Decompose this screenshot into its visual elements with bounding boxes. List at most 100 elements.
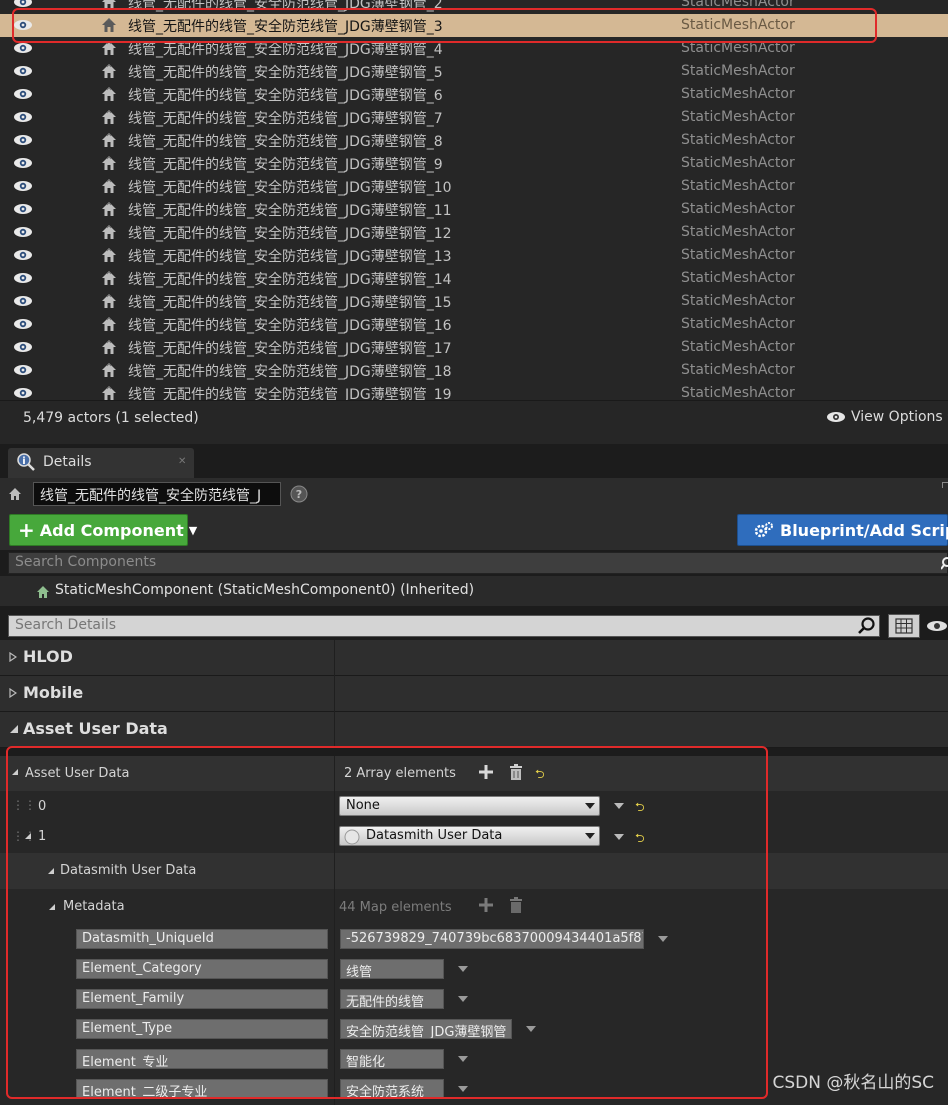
outliner-row[interactable]: 线管_无配件的线管_安全防范线管_JDG薄壁钢管_17StaticMeshAct… <box>0 336 948 359</box>
visibility-eye-icon[interactable] <box>13 65 33 77</box>
category-label: Asset User Data <box>23 719 168 738</box>
drag-handle-icon[interactable]: ⋮⋮ <box>12 798 36 812</box>
blueprint-add-script-button[interactable]: Blueprint/Add Script <box>737 514 948 546</box>
visibility-eye-icon[interactable] <box>13 88 33 100</box>
visibility-eye-icon[interactable] <box>13 19 33 31</box>
metadata-value-field[interactable]: 安全防范线管_JDG薄壁钢管 <box>340 1019 512 1039</box>
outliner-row[interactable]: 线管_无配件的线管_安全防范线管_JDG薄壁钢管_2StaticMeshActo… <box>0 0 948 14</box>
metadata-key-field[interactable]: Element_专业 <box>76 1049 328 1069</box>
metadata-key-field[interactable]: Element_Type <box>76 1019 328 1039</box>
add-element-icon[interactable] <box>479 898 493 912</box>
visibility-eye-icon[interactable] <box>13 341 33 353</box>
outliner-row[interactable]: 线管_无配件的线管_安全防范线管_JDG薄壁钢管_8StaticMeshActo… <box>0 129 948 152</box>
datasmith-class-icon <box>344 829 360 845</box>
actor-type-label: StaticMeshActor <box>681 17 795 33</box>
chevron-down-icon[interactable] <box>614 834 624 840</box>
search-icon[interactable] <box>857 617 877 635</box>
visibility-eye-icon[interactable] <box>13 226 33 238</box>
metadata-value-field[interactable]: 线管 <box>340 959 444 979</box>
datasmith-user-data-label: Datasmith User Data <box>60 863 196 878</box>
chevron-down-icon[interactable] <box>458 966 468 972</box>
outliner-row[interactable]: 线管_无配件的线管_安全防范线管_JDG薄壁钢管_6StaticMeshActo… <box>0 83 948 106</box>
outliner-row[interactable]: 线管_无配件的线管_安全防范线管_JDG薄壁钢管_11StaticMeshAct… <box>0 198 948 221</box>
trash-icon[interactable] <box>509 897 523 913</box>
visibility-eye-icon[interactable] <box>13 295 33 307</box>
outliner-row[interactable]: 线管_无配件的线管_安全防范线管_JDG薄壁钢管_3StaticMeshActo… <box>0 14 948 37</box>
visibility-eye-icon[interactable] <box>13 0 33 8</box>
metadata-key-field[interactable]: Element_二级子专业 <box>76 1079 328 1099</box>
reset-to-default-icon[interactable]: ⮌ <box>635 829 645 850</box>
eye-icon[interactable] <box>926 620 948 632</box>
outliner-row[interactable]: 线管_无配件的线管_安全防范线管_JDG薄壁钢管_5StaticMeshActo… <box>0 60 948 83</box>
outliner-row[interactable]: 线管_无配件的线管_安全防范线管_JDG薄壁钢管_10StaticMeshAct… <box>0 175 948 198</box>
column-divider <box>334 985 335 1015</box>
search-details-input[interactable]: Search Details <box>8 615 880 637</box>
reset-to-default-icon[interactable]: ⮌ <box>535 765 545 786</box>
outliner-row[interactable]: 线管_无配件的线管_安全防范线管_JDG薄壁钢管_12StaticMeshAct… <box>0 221 948 244</box>
outliner-row[interactable]: 线管_无配件的线管_安全防范线管_JDG薄壁钢管_4StaticMeshActo… <box>0 37 948 60</box>
element-0-class-dropdown[interactable]: None <box>339 796 600 816</box>
outliner-row[interactable]: 线管_无配件的线管_安全防范线管_JDG薄壁钢管_9StaticMeshActo… <box>0 152 948 175</box>
visibility-eye-icon[interactable] <box>13 249 33 261</box>
search-components-input[interactable]: Search Components <box>8 552 948 574</box>
property-matrix-button[interactable] <box>888 614 920 638</box>
visibility-eye-icon[interactable] <box>13 364 33 376</box>
chevron-down-icon[interactable] <box>47 867 55 875</box>
tab-details[interactable]: i Details ✕ <box>8 448 194 478</box>
trash-icon[interactable] <box>509 764 523 780</box>
metadata-value-field[interactable]: 安全防范系统 <box>340 1079 444 1099</box>
chevron-down-icon[interactable] <box>458 996 468 1002</box>
chevron-down-icon[interactable] <box>11 768 19 776</box>
column-divider <box>334 955 335 985</box>
actor-type-label: StaticMeshActor <box>681 224 795 240</box>
outliner-row[interactable]: 线管_无配件的线管_安全防范线管_JDG薄壁钢管_7StaticMeshActo… <box>0 106 948 129</box>
visibility-eye-icon[interactable] <box>13 318 33 330</box>
outliner-row[interactable]: 线管_无配件的线管_安全防范线管_JDG薄壁钢管_18StaticMeshAct… <box>0 359 948 382</box>
visibility-eye-icon[interactable] <box>13 42 33 54</box>
component-tree-item[interactable]: StaticMeshComponent (StaticMeshComponent… <box>0 576 948 606</box>
actor-name-field[interactable]: 线管_无配件的线管_安全防范线管_J <box>33 482 281 506</box>
view-options-label: View Options <box>851 409 943 425</box>
reset-to-default-icon[interactable]: ⮌ <box>635 798 645 819</box>
outliner-row[interactable]: 线管_无配件的线管_安全防范线管_JDG薄壁钢管_14StaticMeshAct… <box>0 267 948 290</box>
view-options-button[interactable]: View Options ▾ <box>826 409 948 425</box>
chevron-down-icon[interactable] <box>658 936 668 942</box>
grid-icon <box>895 618 913 634</box>
visibility-eye-icon[interactable] <box>13 272 33 284</box>
element-1-class-dropdown[interactable]: Datasmith User Data <box>339 826 600 846</box>
outliner-row[interactable]: 线管_无配件的线管_安全防范线管_JDG薄壁钢管_13StaticMeshAct… <box>0 244 948 267</box>
visibility-eye-icon[interactable] <box>13 180 33 192</box>
metadata-key-field[interactable]: Element_Family <box>76 989 328 1009</box>
metadata-value-field[interactable]: -526739829_740739bc68370009434401a5f876b… <box>340 929 644 949</box>
outliner-row[interactable]: 线管_无配件的线管_安全防范线管_JDG薄壁钢管_15StaticMeshAct… <box>0 290 948 313</box>
add-component-button[interactable]: + Add Component ▼ <box>9 514 188 546</box>
metadata-key-field[interactable]: Element_Category <box>76 959 328 979</box>
metadata-key-field[interactable]: Datasmith_UniqueId <box>76 929 328 949</box>
category-hlod[interactable]: HLOD <box>0 640 948 676</box>
chevron-down-icon[interactable] <box>526 1026 536 1032</box>
visibility-eye-icon[interactable] <box>13 203 33 215</box>
close-icon[interactable]: ✕ <box>178 456 186 467</box>
chevron-down-icon[interactable] <box>458 1056 468 1062</box>
actor-name-label: 线管_无配件的线管_安全防范线管_JDG薄壁钢管_4 <box>128 39 443 59</box>
outliner-row[interactable]: 线管_无配件的线管_安全防范线管_JDG薄壁钢管_16StaticMeshAct… <box>0 313 948 336</box>
chevron-down-icon[interactable] <box>24 832 32 840</box>
search-icon[interactable] <box>941 557 948 571</box>
category-label: HLOD <box>23 647 73 666</box>
visibility-eye-icon[interactable] <box>13 157 33 169</box>
array-index-label: 1 <box>38 829 46 844</box>
category-asset-user-data[interactable]: Asset User Data <box>0 712 948 748</box>
chevron-down-icon[interactable] <box>48 903 56 911</box>
metadata-value-field[interactable]: 无配件的线管 <box>340 989 444 1009</box>
visibility-eye-icon[interactable] <box>13 111 33 123</box>
dropdown-value: None <box>346 798 380 813</box>
visibility-eye-icon[interactable] <box>13 387 33 399</box>
add-element-icon[interactable] <box>479 765 493 779</box>
chevron-down-icon[interactable] <box>614 803 624 809</box>
visibility-eye-icon[interactable] <box>13 134 33 146</box>
help-icon[interactable]: ? <box>290 485 308 503</box>
category-mobile[interactable]: Mobile <box>0 676 948 712</box>
chevron-down-icon[interactable] <box>458 1086 468 1092</box>
array-element-1-row: ⋮⋮ 1 Datasmith User Data ⮌ <box>0 821 948 853</box>
metadata-value-field[interactable]: 智能化 <box>340 1049 444 1069</box>
